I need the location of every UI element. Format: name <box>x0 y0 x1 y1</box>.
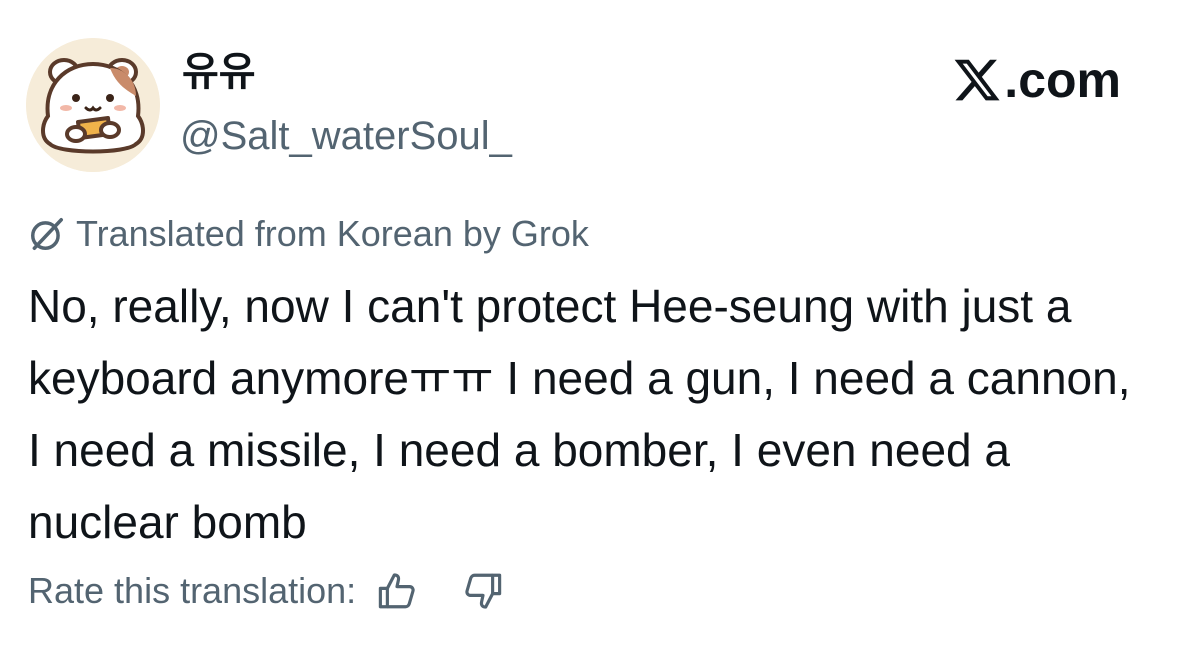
thumbs-down-icon <box>465 573 502 609</box>
author-display-name[interactable]: 유유 <box>182 48 256 96</box>
thumbs-down-button[interactable] <box>460 568 506 614</box>
x-logo-icon <box>954 59 1000 101</box>
translation-notice: Translated from Korean by Grok <box>28 212 589 256</box>
rate-translation: Rate this translation: <box>28 568 506 614</box>
brand-domain: .com <box>1004 52 1121 108</box>
brand-watermark: .com <box>952 52 1121 108</box>
tweet-text: No, really, now I can't protect Hee-seun… <box>28 280 1131 548</box>
author-handle[interactable]: @Salt_waterSoul_ <box>180 112 512 160</box>
rate-translation-label: Rate this translation: <box>28 570 357 611</box>
avatar[interactable] <box>26 38 160 172</box>
translation-label: Translated from Korean by Grok <box>76 213 589 254</box>
grok-icon <box>31 218 63 250</box>
thumbs-up-icon <box>378 573 415 609</box>
hamster-avatar-icon <box>26 38 160 172</box>
thumbs-up-button[interactable] <box>374 568 420 614</box>
